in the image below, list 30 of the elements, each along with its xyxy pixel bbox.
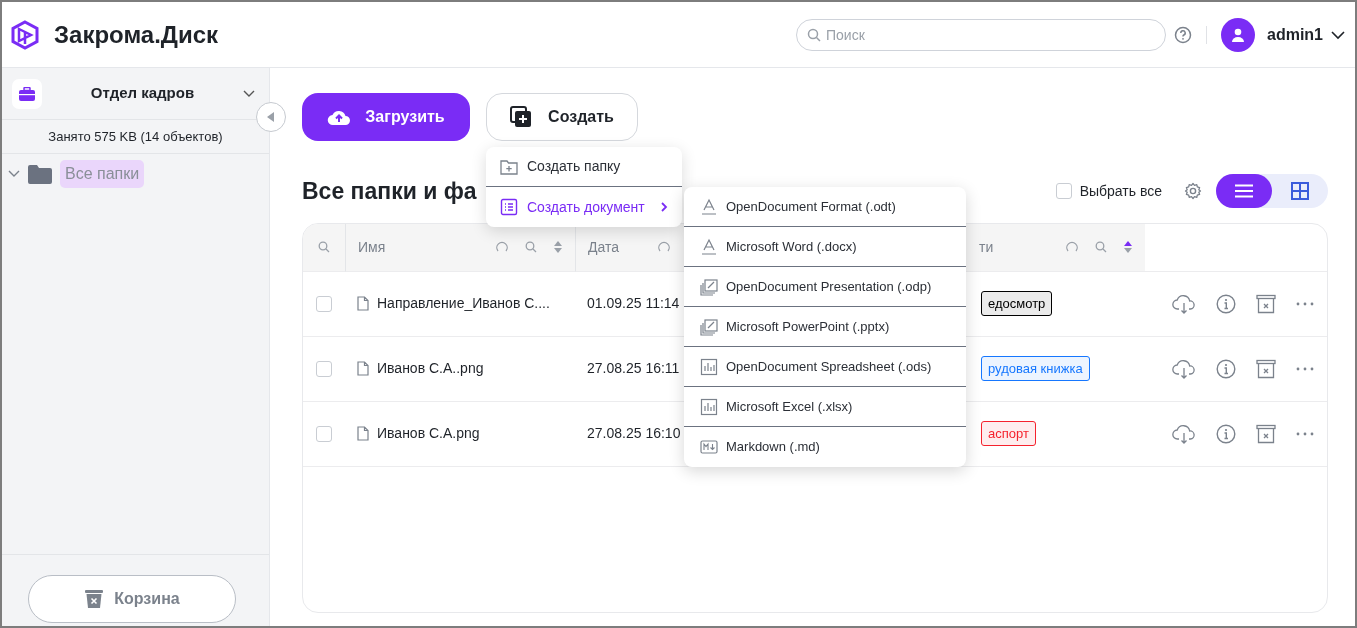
file-name[interactable]: Иванов С.А..png <box>377 358 484 379</box>
file-name[interactable]: Иванов С.А.png <box>377 423 480 444</box>
column-header[interactable]: Имя <box>358 236 386 258</box>
menu-item[interactable]: OpenDocument Spreadsheet (.ods) <box>684 347 966 387</box>
menu-item[interactable]: OpenDocument Presentation (.odp) <box>684 267 966 307</box>
date-cell-text: 27.08.25 16:10 <box>587 424 681 443</box>
trash-button[interactable]: Корзина <box>28 575 236 623</box>
tag: рудовая книжка <box>981 355 1090 382</box>
tag: едосмотр <box>981 290 1053 317</box>
menu-item[interactable]: Markdown (.md) <box>684 427 966 467</box>
date-cell-text: 01.09.25 11:14 <box>587 294 680 313</box>
menu-item[interactable]: Создать папку <box>486 147 682 187</box>
department-name[interactable]: Отдел кадров <box>42 82 243 105</box>
menu-item[interactable]: Microsoft Word (.docx) <box>684 227 966 267</box>
select-all-label[interactable]: Выбрать все <box>1079 180 1162 202</box>
menu-item[interactable]: Microsoft Excel (.xlsx) <box>684 387 966 427</box>
upload-button[interactable]: Загрузить <box>302 93 470 141</box>
create-button[interactable]: Создать <box>486 93 638 141</box>
date-cell-text: 27.08.25 16:11 <box>587 359 680 378</box>
tag: аспорт <box>981 420 1036 447</box>
menu-item[interactable]: OpenDocument Format (.odt) <box>684 187 966 227</box>
menu-item[interactable]: Создать документ <box>486 187 682 227</box>
column-header[interactable]: Дата <box>588 236 619 258</box>
app-title: Закрома.Диск <box>54 19 219 50</box>
search-field[interactable]: Поиск <box>796 18 1166 51</box>
file-name[interactable]: Направление_Иванов С.... <box>377 293 550 314</box>
menu-item[interactable]: Microsoft PowerPoint (.pptx) <box>684 307 966 347</box>
page-title: Все папки и фа <box>302 177 477 206</box>
user-name[interactable]: admin1 <box>1267 22 1323 47</box>
column-header[interactable]: ти <box>979 236 994 258</box>
